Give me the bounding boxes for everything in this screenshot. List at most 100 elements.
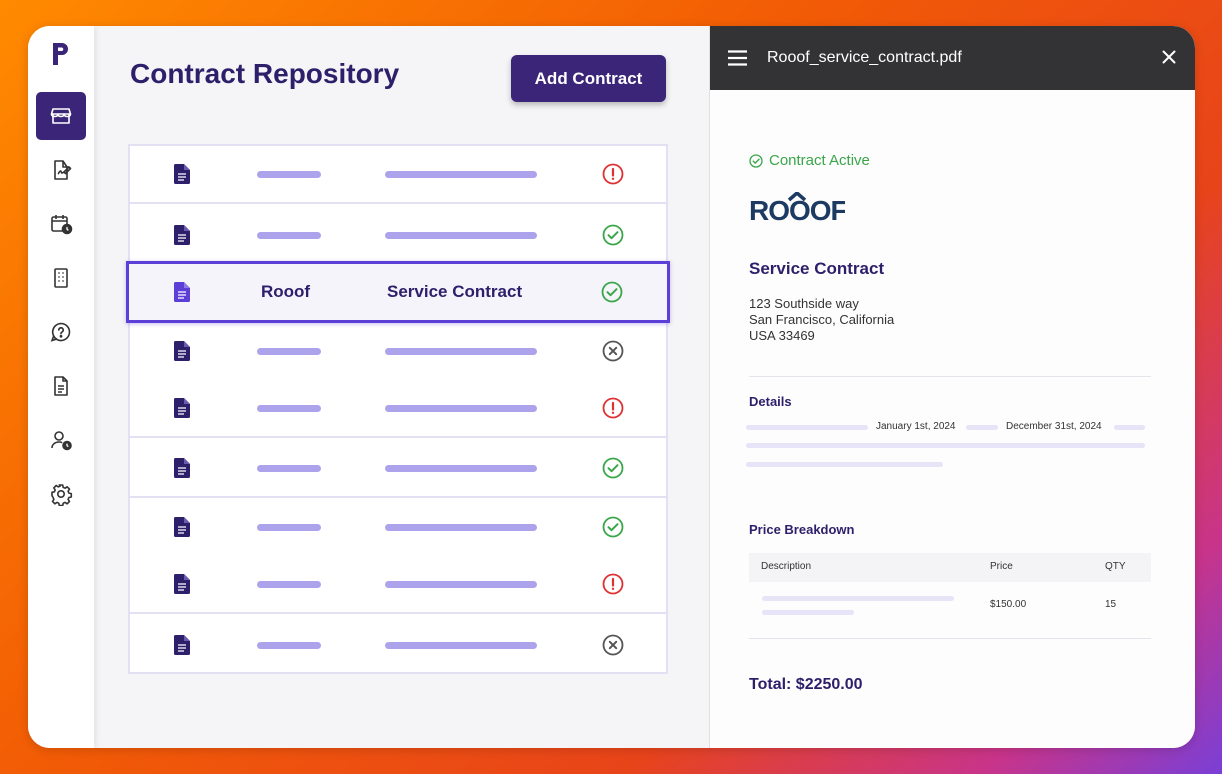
main-content: Contract Repository Add Contract Rooof S…	[94, 26, 709, 748]
sidebar-item-settings[interactable]	[36, 470, 86, 518]
placeholder-bar	[1114, 425, 1145, 430]
sidebar-item-schedule[interactable]	[36, 200, 86, 248]
sidebar-item-users[interactable]	[36, 416, 86, 464]
document-icon	[174, 574, 190, 594]
placeholder-bar	[966, 425, 998, 430]
sidebar-item-sign[interactable]	[36, 146, 86, 194]
table-row[interactable]	[130, 206, 666, 264]
table-row-selected[interactable]: Rooof Service Contract	[126, 261, 670, 323]
help-chat-icon	[50, 322, 71, 342]
document-sign-icon	[54, 160, 72, 180]
rooof-logo: ROOOF	[749, 192, 845, 224]
company-name: Rooof	[261, 282, 311, 301]
cancel-circle-icon	[602, 634, 624, 656]
placeholder-bar	[385, 405, 537, 412]
placeholder-bar	[762, 610, 854, 615]
file-name: Rooof_service_contract.pdf	[767, 49, 962, 66]
check-circle-icon	[601, 281, 623, 303]
start-date: January 1st, 2024	[876, 421, 956, 432]
document-icon	[174, 458, 190, 478]
sidebar-item-store[interactable]	[36, 92, 86, 140]
add-contract-button[interactable]: Add Contract	[511, 55, 666, 102]
contract-status-text: Contract Active	[769, 152, 870, 169]
document-title: Service Contract	[749, 259, 885, 278]
address-line: San Francisco, California	[749, 312, 895, 327]
document-icon	[174, 164, 190, 184]
placeholder-bar	[385, 465, 537, 472]
line-item-qty: 15	[1105, 599, 1117, 610]
document-icon	[174, 225, 190, 245]
price-breakdown-title: Price Breakdown	[749, 522, 855, 537]
placeholder-bar	[385, 171, 537, 178]
close-icon[interactable]	[1162, 50, 1176, 64]
placeholder-bar	[257, 642, 321, 649]
check-circle-icon	[602, 224, 624, 246]
table-row[interactable]	[130, 616, 666, 674]
brand-logo-text: ROOOF	[749, 195, 845, 224]
document-icon	[54, 376, 68, 396]
divider	[749, 638, 1151, 639]
address-line: 123 Southside way	[749, 296, 859, 311]
table-row[interactable]	[130, 380, 666, 438]
document-preview-panel: Rooof_service_contract.pdf Contract Acti…	[709, 26, 1195, 748]
gear-icon	[51, 484, 73, 506]
table-row[interactable]	[130, 556, 666, 614]
check-circle-icon	[749, 153, 763, 168]
placeholder-bar	[257, 405, 321, 412]
placeholder-bar	[257, 348, 321, 355]
address: 123 Southside way San Francisco, Califor…	[749, 296, 894, 344]
app-window: Contract Repository Add Contract Rooof S…	[28, 26, 1195, 748]
contract-type: Service Contract	[387, 282, 523, 301]
warning-icon	[602, 573, 624, 595]
document-icon	[174, 517, 190, 537]
placeholder-bar	[257, 524, 321, 531]
placeholder-bar	[746, 462, 943, 467]
address-line: USA 33469	[749, 328, 815, 343]
check-circle-icon	[602, 516, 624, 538]
price-table-header: Description Price QTY	[749, 553, 1151, 582]
building-icon	[54, 268, 68, 288]
placeholder-bar	[385, 581, 537, 588]
details-title: Details	[749, 394, 792, 409]
contract-table: Rooof Service Contract	[126, 144, 670, 674]
warning-icon	[602, 397, 624, 419]
placeholder-bar	[385, 232, 537, 239]
panel-header: Rooof_service_contract.pdf	[710, 26, 1195, 90]
user-clock-icon	[51, 431, 72, 451]
sidebar-item-buildings[interactable]	[36, 254, 86, 302]
document-icon	[174, 341, 190, 361]
sidebar-item-support[interactable]	[36, 308, 86, 356]
placeholder-bar	[762, 596, 954, 601]
line-item-price: $150.00	[990, 599, 1027, 610]
column-description: Description	[761, 561, 812, 572]
check-circle-icon	[602, 457, 624, 479]
cancel-circle-icon	[602, 340, 624, 362]
total-amount: Total: $2250.00	[749, 676, 863, 693]
table-row[interactable]	[130, 322, 666, 380]
table-row[interactable]	[130, 440, 666, 498]
placeholder-bar	[385, 348, 537, 355]
sidebar	[28, 26, 94, 748]
column-price: Price	[990, 561, 1013, 572]
placeholder-bar	[746, 443, 1145, 448]
placeholder-bar	[257, 465, 321, 472]
calendar-clock-icon	[51, 215, 73, 235]
warning-icon	[602, 163, 624, 185]
placeholder-bar	[385, 524, 537, 531]
table-row[interactable]	[130, 498, 666, 556]
document-icon	[174, 282, 190, 302]
table-row[interactable]	[130, 146, 666, 204]
sidebar-item-documents[interactable]	[36, 362, 86, 410]
document-icon	[174, 635, 190, 655]
placeholder-bar	[257, 581, 321, 588]
column-qty: QTY	[1105, 561, 1126, 572]
store-icon	[50, 108, 72, 124]
document-icon	[174, 398, 190, 418]
menu-icon[interactable]	[728, 50, 747, 66]
placeholder-bar	[257, 171, 321, 178]
placeholder-bar	[746, 425, 868, 430]
end-date: December 31st, 2024	[1006, 421, 1102, 432]
placeholder-bar	[257, 232, 321, 239]
divider	[749, 376, 1151, 377]
contract-status: Contract Active	[749, 152, 870, 169]
